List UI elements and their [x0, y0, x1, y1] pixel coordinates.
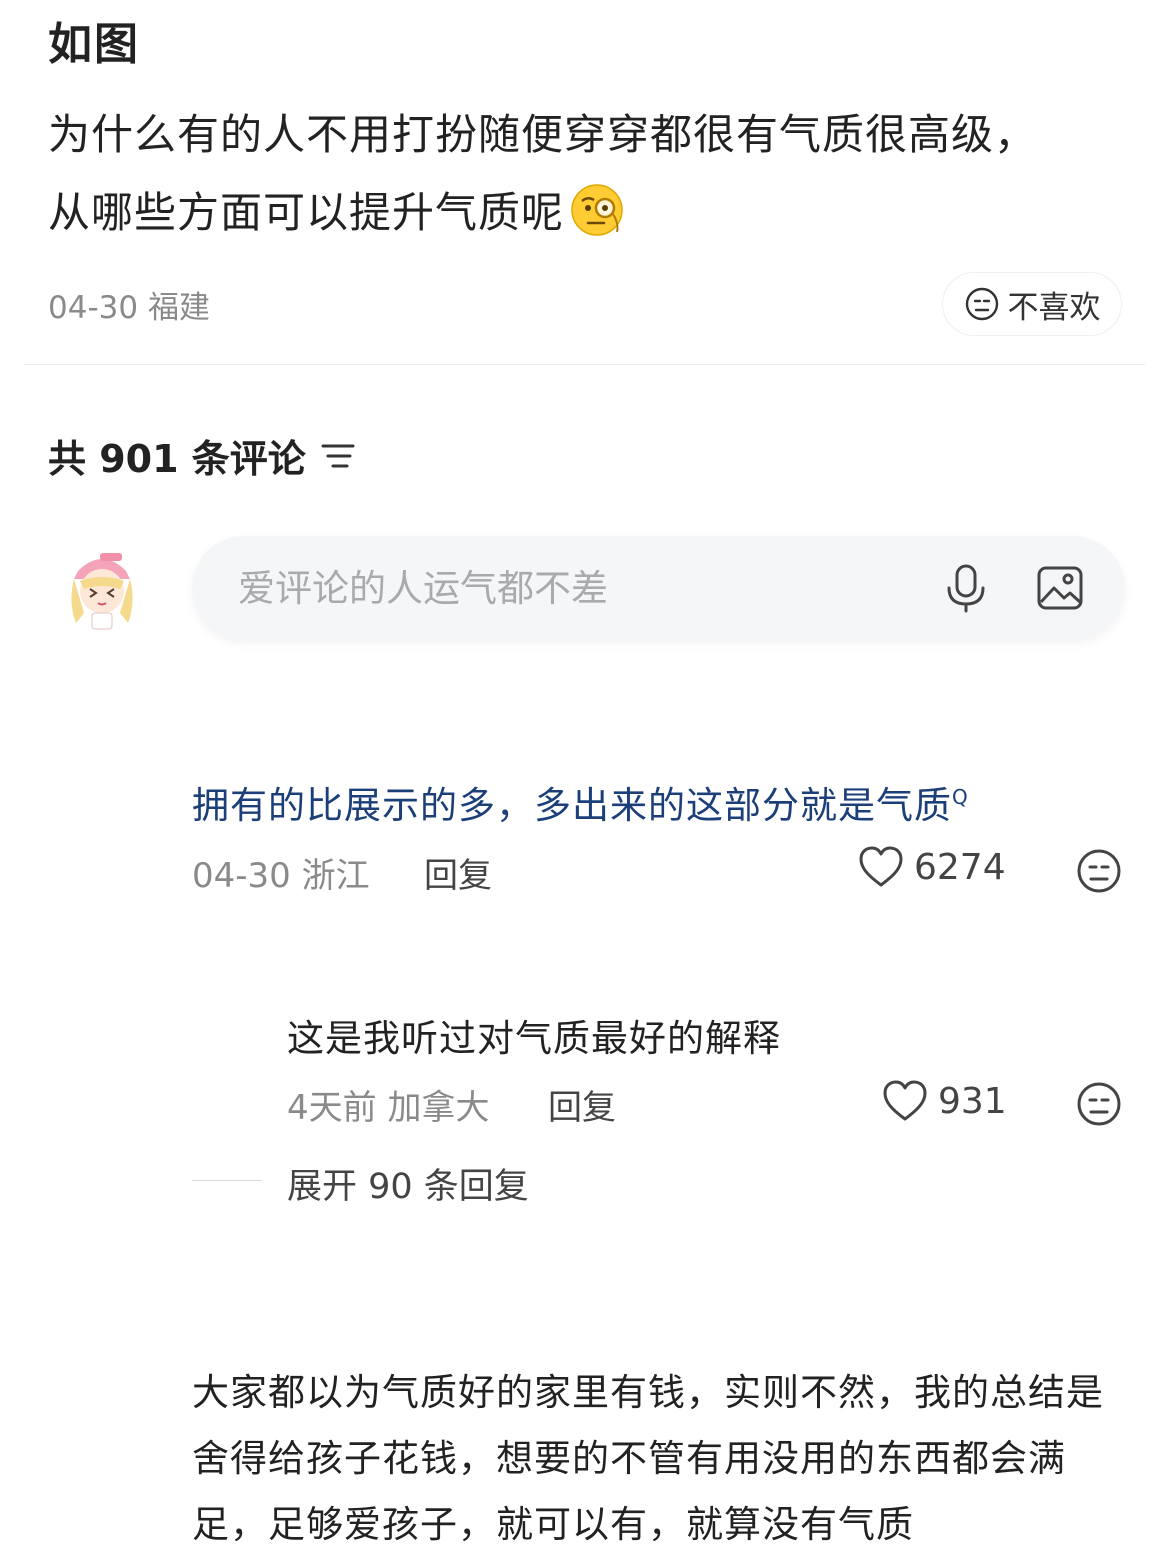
comment-input-bar[interactable]: [192, 536, 1125, 640]
thinking-monocle-emoji-icon: [570, 183, 624, 237]
comment-text[interactable]: 大家都以为气质好的家里有钱，实则不然，我的总结是舍得给孩子花钱，想要的不管有用没…: [192, 1360, 1112, 1550]
post-body-text: 为什么有的人不用打扮随便穿穿都很有气质很高级，从哪些方面可以提升气质呢: [48, 110, 1038, 237]
like-count: 931: [938, 1080, 1007, 1122]
heart-icon: [883, 1080, 927, 1121]
like-button[interactable]: 931: [882, 1080, 1007, 1122]
expand-divider: [192, 1180, 262, 1181]
expand-replies-button[interactable]: 展开 90 条回复: [287, 1158, 529, 1209]
post-meta: 04-30 福建: [48, 282, 210, 327]
image-icon[interactable]: [1034, 562, 1086, 614]
post-title: 如图: [48, 19, 140, 70]
comment-body: 拥有的比展示的多，多出来的这部分就是气质: [192, 784, 952, 827]
neutral-face-icon[interactable]: [1076, 848, 1122, 894]
section-divider: [24, 364, 1145, 365]
comment-text[interactable]: 拥有的比展示的多，多出来的这部分就是气质Q: [192, 775, 969, 829]
post-date: 04-30: [48, 290, 139, 326]
microphone-icon[interactable]: [940, 562, 992, 614]
comment-count-label: 共 901 条评论: [48, 437, 306, 481]
sort-lines-icon[interactable]: [320, 439, 356, 473]
like-count: 6274: [914, 846, 1006, 888]
reply-text[interactable]: 这是我听过对气质最好的解释: [287, 1008, 781, 1062]
comment-meta: 04-30 浙江: [192, 856, 370, 896]
user-avatar[interactable]: [62, 545, 142, 635]
post-body: 为什么有的人不用打扮随便穿穿都很有气质很高级，从哪些方面可以提升气质呢: [48, 96, 1058, 252]
comment-count-header[interactable]: 共 901 条评论: [48, 428, 356, 483]
like-button[interactable]: 6274: [858, 846, 1006, 888]
post-location: 福建: [147, 290, 210, 326]
comment-input[interactable]: [238, 536, 918, 640]
dislike-label: 不喜欢: [1007, 289, 1101, 326]
dislike-button[interactable]: 不喜欢: [942, 272, 1122, 336]
reply-button[interactable]: 回复: [548, 1080, 616, 1129]
search-mark-icon[interactable]: Q: [952, 785, 969, 809]
neutral-face-icon: [965, 287, 998, 321]
reply-button[interactable]: 回复: [424, 848, 492, 897]
reply-meta: 4天前 加拿大: [287, 1088, 490, 1128]
heart-icon: [859, 846, 903, 887]
neutral-face-icon[interactable]: [1076, 1081, 1122, 1127]
